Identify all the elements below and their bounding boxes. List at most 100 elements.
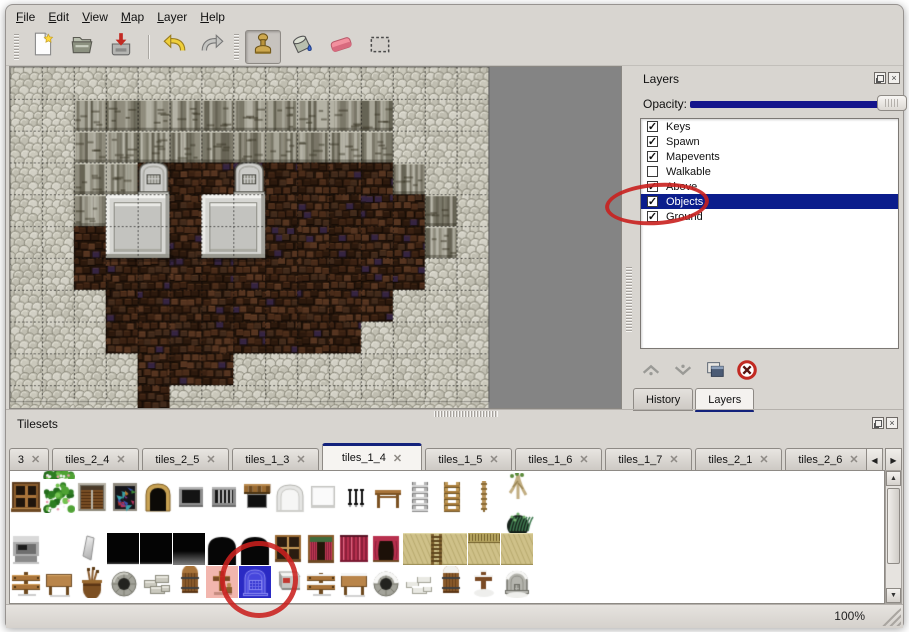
layer-checkbox[interactable]: ✓ <box>647 121 658 132</box>
fill-tool-button[interactable] <box>284 30 320 64</box>
tileset-tile-dark-arch[interactable] <box>206 533 238 565</box>
tab-close-icon[interactable]: ✕ <box>206 453 215 466</box>
tileset-tile-stove[interactable] <box>10 533 42 565</box>
tileset-tile-roots[interactable] <box>502 473 534 505</box>
tab-close-icon[interactable]: ✕ <box>849 453 858 466</box>
tileset-tile-flower-box[interactable] <box>43 481 75 513</box>
tab-close-icon[interactable]: ✕ <box>669 453 678 466</box>
tileset-tile-rope[interactable] <box>468 481 500 513</box>
tileset-tab-3[interactable]: 3✕ <box>9 448 49 470</box>
open-button[interactable] <box>64 30 100 64</box>
tileset-tile-snowy-plank-sign[interactable] <box>305 566 337 598</box>
layer-duplicate-button[interactable] <box>703 359 727 383</box>
tileset-tab-tiles_1_6[interactable]: tiles_1_6✕ <box>515 448 602 470</box>
layer-row[interactable]: ✓Above <box>641 179 898 194</box>
vertical-splitter[interactable] <box>626 66 633 411</box>
tileset-tile-wood-window[interactable] <box>10 481 42 513</box>
new-map-button[interactable] <box>25 30 61 64</box>
redo-button[interactable] <box>195 30 231 64</box>
tileset-tab-tiles_1_7[interactable]: tiles_1_7✕ <box>605 448 692 470</box>
panel-restore-button[interactable] <box>874 72 886 84</box>
tileset-tile-red-curtain-open[interactable] <box>370 533 402 565</box>
opacity-slider-track[interactable] <box>690 101 886 108</box>
tileset-tab-tiles_2_1[interactable]: tiles_2_1✕ <box>695 448 782 470</box>
tileset-tile-snowy-barrel[interactable] <box>435 566 467 598</box>
tileset-tile-wood-table[interactable] <box>372 481 404 513</box>
tileset-tile-board-sign[interactable] <box>43 566 75 598</box>
tileset-tile-awning-window[interactable] <box>241 481 273 513</box>
tileset-tab-tiles_1_4[interactable]: tiles_1_4✕ <box>322 443 422 470</box>
tileset-tile-dark-hole[interactable] <box>140 533 172 565</box>
tileset-tab-tiles_1_3[interactable]: tiles_1_3✕ <box>232 448 319 470</box>
tileset-tile-dark-arch[interactable] <box>239 533 271 565</box>
menu-item-edit[interactable]: Edit <box>46 8 80 26</box>
tileset-tile-flower-box-top[interactable] <box>43 471 75 479</box>
select-tool-button[interactable] <box>362 30 398 64</box>
tab-close-icon[interactable]: ✕ <box>579 453 588 466</box>
tileset-tile-stained-glass-window[interactable] <box>109 481 141 513</box>
tileset-tile-snowy-tombstone[interactable] <box>501 566 533 598</box>
scrollbar-thumb[interactable] <box>887 488 900 564</box>
tileset-tile-white-window[interactable] <box>307 481 339 513</box>
tab-close-icon[interactable]: ✕ <box>296 453 305 466</box>
layer-row[interactable]: ✓Keys <box>641 119 898 134</box>
tab-scroll-left-button[interactable]: ◀ <box>866 448 883 472</box>
layer-checkbox[interactable]: ✓ <box>647 196 658 207</box>
layer-delete-button[interactable] <box>735 359 759 383</box>
panel-close-button[interactable]: × <box>888 72 900 84</box>
panel-tab-history[interactable]: History <box>633 388 693 411</box>
layer-down-button[interactable] <box>671 359 695 383</box>
tab-close-icon[interactable]: ✕ <box>759 453 768 466</box>
tileset-tab-tiles_2_6[interactable]: tiles_2_6✕ <box>785 448 872 470</box>
layer-checkbox[interactable] <box>647 166 658 177</box>
tileset-tile-white-arch[interactable] <box>274 481 306 513</box>
tileset-tile-tan-floor-ladder[interactable] <box>403 533 467 565</box>
layer-up-button[interactable] <box>639 359 663 383</box>
tileset-tile-barred-window[interactable] <box>208 481 240 513</box>
stamp-tool-button[interactable] <box>245 30 281 64</box>
tileset-tile-dark-hole-fade[interactable] <box>173 533 205 565</box>
tileset-tile-tan-floor[interactable] <box>501 533 533 565</box>
tileset-tile-tan-floor-edge[interactable] <box>468 533 500 565</box>
menu-item-file[interactable]: File <box>14 8 46 26</box>
tileset-tile-snowy-cross[interactable] <box>468 566 500 598</box>
tileset-tab-tiles_2_4[interactable]: tiles_2_4✕ <box>52 448 139 470</box>
save-button[interactable] <box>103 30 139 64</box>
tileset-tile-steel-ladder[interactable] <box>404 481 436 513</box>
tab-close-icon[interactable]: ✕ <box>489 453 498 466</box>
tileset-tile-stick-basket[interactable] <box>76 566 108 598</box>
scroll-down-button[interactable]: ▼ <box>886 588 901 603</box>
tileset-tile-lattice-window[interactable] <box>272 533 304 565</box>
eraser-tool-button[interactable] <box>323 30 359 64</box>
toolbar-drag-handle[interactable] <box>14 34 19 60</box>
map-canvas[interactable] <box>9 66 622 409</box>
tileset-tile-grave-cross[interactable] <box>206 566 238 598</box>
opacity-slider-handle[interactable] <box>877 95 907 111</box>
tileset-tile-stone-well[interactable] <box>108 566 140 598</box>
tileset-tile-plank-sign[interactable] <box>10 566 42 598</box>
menu-item-view[interactable]: View <box>80 8 119 26</box>
tileset-tile-gold-arch-window[interactable] <box>142 481 174 513</box>
tileset-tile-curtained-window[interactable] <box>305 533 337 565</box>
tileset-scrollbar[interactable]: ▲ ▼ <box>885 470 902 604</box>
tileset-tile-stone-slabs[interactable] <box>141 566 173 598</box>
undo-button[interactable] <box>156 30 192 64</box>
scroll-up-button[interactable]: ▲ <box>886 471 901 486</box>
layer-row[interactable]: ✓Spawn <box>641 134 898 149</box>
tileset-tab-tiles_1_5[interactable]: tiles_1_5✕ <box>425 448 512 470</box>
tileset-tile-stone-chip[interactable] <box>74 533 106 565</box>
tileset-tile-dark-hole[interactable] <box>107 533 139 565</box>
tileset-tab-tiles_2_5[interactable]: tiles_2_5✕ <box>142 448 229 470</box>
layer-row[interactable]: ✓Ground <box>641 209 898 224</box>
tab-close-icon[interactable]: ✕ <box>31 453 40 466</box>
tab-scroll-right-button[interactable]: ▶ <box>885 448 902 472</box>
tab-close-icon[interactable]: ✕ <box>393 452 402 465</box>
layer-checkbox[interactable]: ✓ <box>647 181 658 192</box>
tileset-tile-snowy-board-sign[interactable] <box>338 566 370 598</box>
tileset-tile-rope-ladder[interactable] <box>436 481 468 513</box>
tileset-tile-shuttered-window[interactable] <box>76 481 108 513</box>
selected-tileset-tile[interactable] <box>239 566 271 598</box>
menu-item-map[interactable]: Map <box>119 8 155 26</box>
menu-item-layer[interactable]: Layer <box>155 8 198 26</box>
toolbar-drag-handle[interactable] <box>234 34 239 60</box>
